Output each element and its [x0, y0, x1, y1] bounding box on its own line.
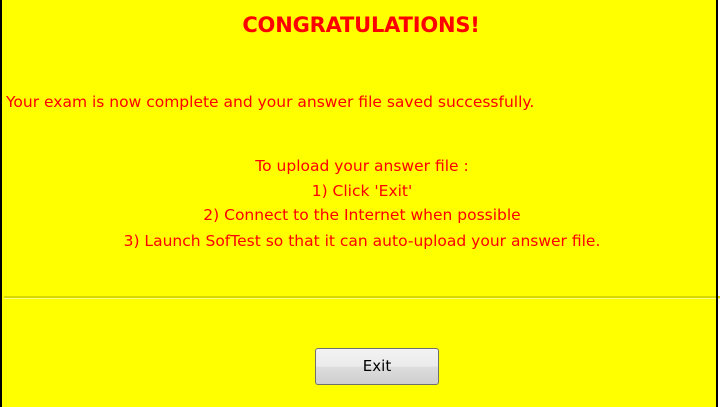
instruction-step-2: 2) Connect to the Internet when possible [203, 206, 521, 224]
dialog-title: CONGRATULATIONS! [242, 13, 480, 37]
exit-button[interactable]: Exit [315, 348, 439, 385]
instruction-step-3: 3) Launch SofTest so that it can auto-up… [123, 232, 601, 250]
upload-instructions-heading: To upload your answer file : [255, 157, 469, 175]
separator-line [4, 296, 720, 299]
window-border [716, 0, 718, 407]
instruction-step-1: 1) Click 'Exit' [311, 182, 413, 200]
completion-dialog: CONGRATULATIONS! Your exam is now comple… [0, 0, 720, 407]
completion-message: Your exam is now complete and your answe… [6, 93, 535, 111]
